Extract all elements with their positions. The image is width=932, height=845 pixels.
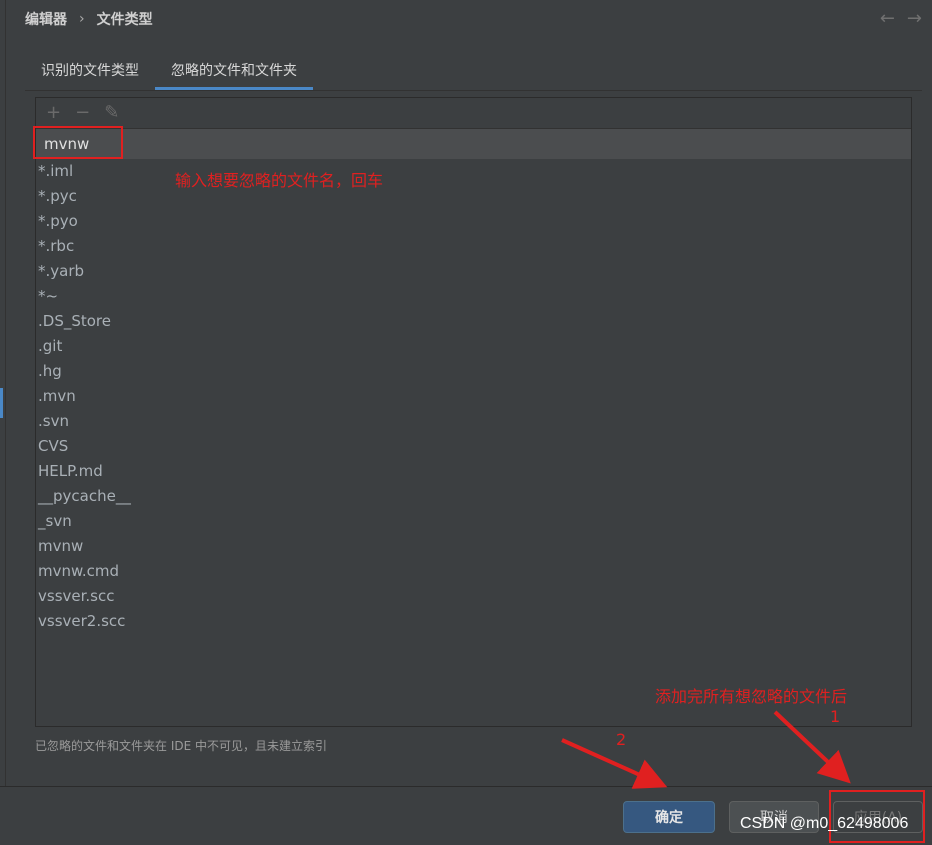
arrow-to-ok-icon xyxy=(561,738,668,789)
annotation-arrows xyxy=(561,710,851,789)
csdn-watermark: CSDN @m0_62498006 xyxy=(740,815,909,832)
arrow-to-apply-icon xyxy=(773,710,851,784)
